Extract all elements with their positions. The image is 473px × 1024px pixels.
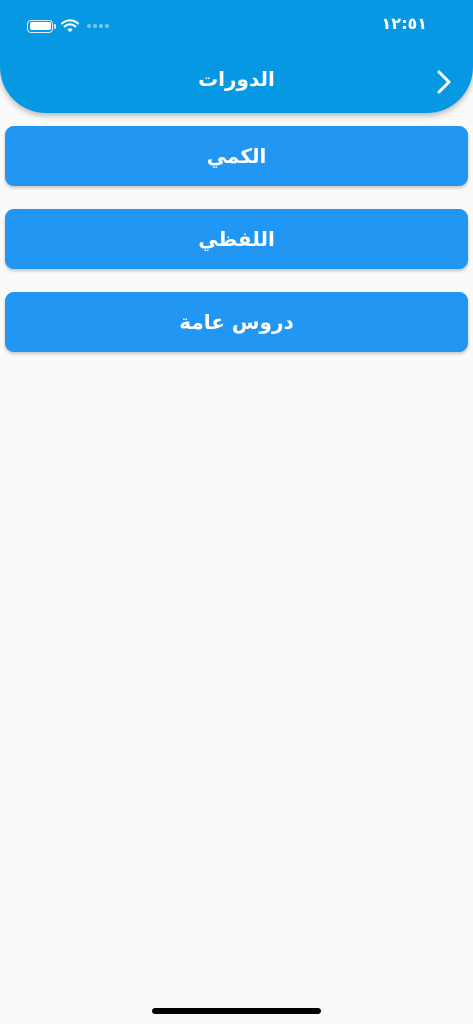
status-icons xyxy=(27,16,109,36)
wifi-icon xyxy=(61,19,79,33)
chevron-right-icon xyxy=(437,70,451,94)
back-button[interactable] xyxy=(429,66,459,98)
home-indicator[interactable] xyxy=(152,1008,321,1014)
course-button-quantitative[interactable]: الكمي xyxy=(5,126,468,186)
page-title: الدورات xyxy=(198,67,275,91)
app-bar: ١٢:٥١ الدورات xyxy=(0,0,473,113)
battery-icon xyxy=(27,19,56,33)
course-list: الكمي اللفظي دروس عامة xyxy=(5,126,468,375)
course-button-general-lessons[interactable]: دروس عامة xyxy=(5,292,468,352)
course-label: دروس عامة xyxy=(179,310,294,334)
status-time: ١٢:٥١ xyxy=(381,14,427,33)
course-label: الكمي xyxy=(206,144,267,168)
course-button-verbal[interactable]: اللفظي xyxy=(5,209,468,269)
course-label: اللفظي xyxy=(198,227,275,251)
signal-icon xyxy=(87,24,109,28)
